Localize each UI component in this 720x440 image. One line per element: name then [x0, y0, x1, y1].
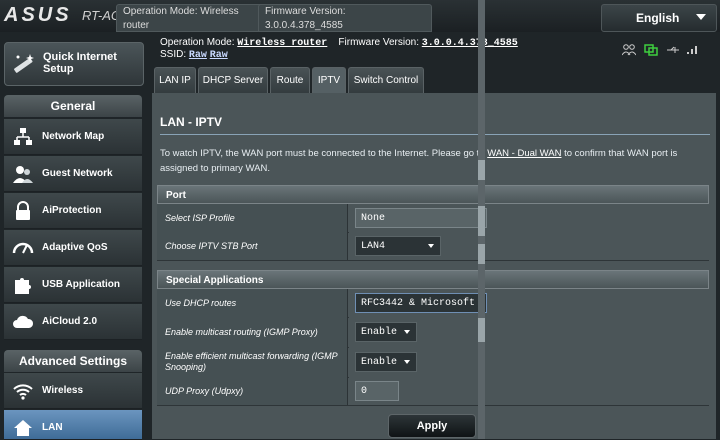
- sidebar-item-label: Network Map: [42, 131, 105, 142]
- magic-wand-icon: [14, 54, 34, 73]
- sidebar-item-label: Wireless: [42, 385, 84, 396]
- port-section-heading: Port: [157, 185, 709, 204]
- sidebar-item-label: Adaptive QoS: [42, 242, 108, 253]
- users-icon[interactable]: [622, 44, 636, 56]
- sidebar-item-label: AiProtection: [42, 205, 102, 216]
- stb-port-select[interactable]: LAN4: [355, 236, 441, 256]
- home-icon: [14, 420, 32, 436]
- sidebar-item-label: USB Application: [42, 279, 120, 290]
- table-row: Enable multicast routing (IGMP Proxy) En…: [157, 317, 709, 348]
- caret-down-icon: [404, 360, 410, 364]
- udpxy-port-value: 0: [361, 385, 368, 397]
- tab-dhcp-server[interactable]: DHCP Server: [198, 67, 268, 94]
- ssid-value-2: Raw: [209, 50, 228, 61]
- caret-down-icon: [428, 244, 434, 248]
- description-text-1: To watch IPTV, the WAN port must be conn…: [160, 148, 488, 159]
- operation-mode-link[interactable]: Wireless router: [237, 38, 327, 49]
- table-row: Enable efficient multicast forwarding (I…: [157, 347, 709, 378]
- title-divider: [160, 134, 710, 135]
- isp-profile-value: None: [361, 212, 386, 224]
- igmp-snooping-value: Enable: [361, 356, 398, 368]
- row-label: Enable multicast routing (IGMP Proxy): [157, 317, 348, 347]
- wan-dual-wan-link[interactable]: WAN - Dual WAN: [487, 148, 561, 159]
- firmware-label: Firmware Version:: [338, 37, 419, 48]
- table-row: UDP Proxy (Udpxy) 0: [157, 377, 709, 406]
- ssid-value-1: Raw: [188, 50, 207, 61]
- firmware-link[interactable]: 3.0.0.4.378_4585: [422, 38, 518, 49]
- puzzle-icon: [15, 278, 31, 294]
- network-status-icon[interactable]: [644, 44, 658, 56]
- sidebar-item-wireless[interactable]: Wireless: [4, 373, 142, 409]
- row-label: Enable efficient multicast forwarding (I…: [157, 347, 348, 377]
- row-label: Use DHCP routes: [157, 289, 348, 317]
- ssid-label: SSID:: [160, 49, 187, 60]
- advanced-settings-heading: Advanced Settings: [4, 350, 142, 372]
- network-map-icon: [14, 128, 32, 145]
- igmp-snooping-select[interactable]: Enable: [355, 352, 417, 372]
- sidebar-item-aiprotection[interactable]: AiProtection: [4, 193, 142, 229]
- quick-internet-setup-label: Quick Internet Setup: [43, 51, 117, 75]
- igmp-proxy-value: Enable: [361, 326, 398, 338]
- sidebar-item-label: AiCloud 2.0: [42, 316, 98, 327]
- tab-switch-control[interactable]: Switch Control: [348, 67, 424, 94]
- row-label: UDP Proxy (Udpxy): [157, 377, 348, 405]
- vertical-scrollbar[interactable]: [478, 0, 485, 439]
- sidebar-item-aicloud[interactable]: AiCloud 2.0: [4, 304, 142, 340]
- sidebar-item-label: LAN: [42, 422, 63, 433]
- language-dropdown[interactable]: English: [601, 4, 717, 32]
- speedometer-icon: [12, 242, 34, 254]
- sidebar-item-adaptive-qos[interactable]: Adaptive QoS: [4, 230, 142, 266]
- sidebar-item-label: Guest Network: [42, 168, 113, 179]
- special-applications-heading: Special Applications: [157, 270, 709, 289]
- sidebar-item-guest-network[interactable]: Guest Network: [4, 156, 142, 192]
- igmp-proxy-select[interactable]: Enable: [355, 322, 417, 342]
- dhcp-routes-value: RFC3442 & Microsoft: [361, 297, 476, 309]
- row-label: Select ISP Profile: [157, 204, 348, 232]
- ghost-operation-mode: Operation Mode: Wireless router: [116, 4, 268, 32]
- udpxy-port-input[interactable]: 0: [355, 381, 399, 401]
- cloud-icon: [13, 315, 34, 328]
- wifi-icon: [13, 384, 33, 400]
- asus-logo: ASUS: [4, 4, 72, 26]
- apply-button[interactable]: Apply: [388, 414, 476, 438]
- quick-internet-setup-button[interactable]: Quick Internet Setup: [4, 42, 144, 86]
- ghost-firmware: Firmware Version: 3.0.0.4.378_4585: [258, 4, 432, 32]
- table-row: Choose IPTV STB Port LAN4: [157, 232, 709, 261]
- table-row: Select ISP Profile None: [157, 204, 709, 233]
- general-heading: General: [4, 95, 142, 117]
- top-bar: ASUS RT-AC66U Operation Mode: Wireless r…: [0, 0, 720, 32]
- signal-icon[interactable]: [686, 44, 700, 56]
- tab-iptv[interactable]: IPTV: [312, 67, 346, 94]
- operation-mode-label: Operation Mode:: [160, 37, 235, 48]
- chevron-down-icon: [696, 14, 706, 20]
- stb-port-value: LAN4: [361, 240, 386, 252]
- iptv-description: To watch IPTV, the WAN port must be conn…: [160, 146, 708, 176]
- sidebar-item-network-map[interactable]: Network Map: [4, 119, 142, 155]
- isp-profile-select[interactable]: None: [355, 208, 487, 228]
- tab-lan-ip[interactable]: LAN IP: [154, 67, 196, 94]
- sidebar-item-lan[interactable]: LAN: [4, 410, 142, 440]
- table-row: Use DHCP routes RFC3442 & Microsoft: [157, 289, 709, 318]
- guest-network-icon: [13, 166, 33, 183]
- dhcp-routes-select[interactable]: RFC3442 & Microsoft: [355, 293, 487, 313]
- lock-icon: [16, 201, 30, 220]
- row-label: Choose IPTV STB Port: [157, 232, 348, 260]
- router-info: Operation Mode: Wireless router Firmware…: [160, 37, 518, 61]
- tab-route[interactable]: Route: [270, 67, 310, 94]
- language-label: English: [636, 11, 680, 25]
- page-title: LAN - IPTV: [160, 115, 222, 129]
- usb-icon[interactable]: [666, 44, 680, 56]
- sidebar-item-usb-application[interactable]: USB Application: [4, 267, 142, 303]
- caret-down-icon: [404, 330, 410, 334]
